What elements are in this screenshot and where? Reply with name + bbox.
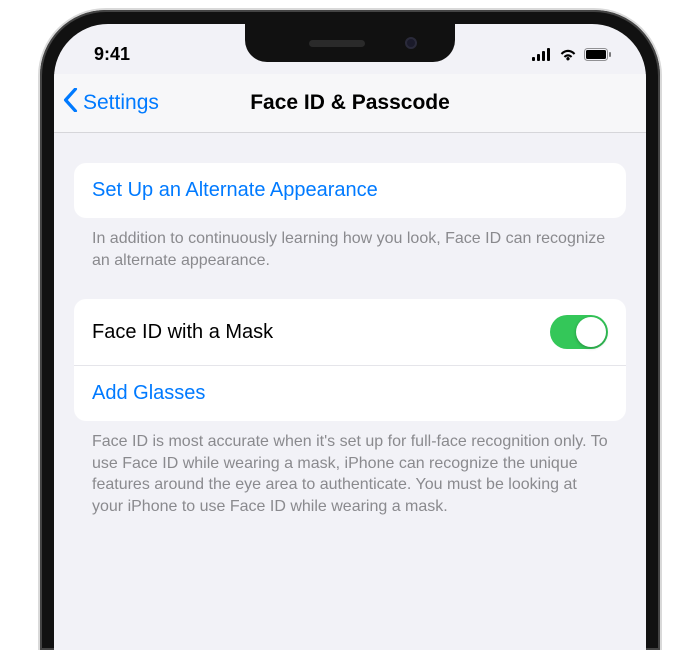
front-camera — [405, 37, 417, 49]
screen: 9:41 Settings Face ID & Passcod — [54, 24, 646, 650]
cell-label: Set Up an Alternate Appearance — [92, 179, 378, 202]
cell-label: Add Glasses — [92, 382, 205, 405]
face-id-with-mask-toggle[interactable] — [550, 315, 608, 349]
settings-content: Set Up an Alternate Appearance In additi… — [54, 133, 646, 546]
mask-group: Face ID with a Mask Add Glasses — [74, 299, 626, 421]
notch — [245, 24, 455, 62]
speaker-grille — [309, 40, 365, 47]
face-id-with-mask-row: Face ID with a Mask — [74, 299, 626, 365]
nav-bar: Settings Face ID & Passcode — [54, 74, 646, 133]
iphone-frame: 9:41 Settings Face ID & Passcod — [40, 10, 660, 650]
alternate-appearance-group: Set Up an Alternate Appearance — [74, 163, 626, 218]
set-up-alternate-appearance-button[interactable]: Set Up an Alternate Appearance — [74, 163, 626, 218]
cellular-icon — [532, 48, 552, 61]
add-glasses-button[interactable]: Add Glasses — [74, 365, 626, 421]
back-label: Settings — [83, 91, 159, 115]
chevron-left-icon — [62, 88, 79, 118]
alternate-appearance-footer: In addition to continuously learning how… — [74, 218, 626, 299]
page-title: Face ID & Passcode — [250, 91, 450, 115]
toggle-knob — [576, 317, 606, 347]
battery-icon — [584, 48, 612, 61]
mask-footer: Face ID is most accurate when it's set u… — [74, 421, 626, 545]
cell-label: Face ID with a Mask — [92, 321, 273, 344]
wifi-icon — [558, 47, 578, 61]
back-button[interactable]: Settings — [62, 88, 159, 118]
status-time: 9:41 — [94, 44, 130, 65]
